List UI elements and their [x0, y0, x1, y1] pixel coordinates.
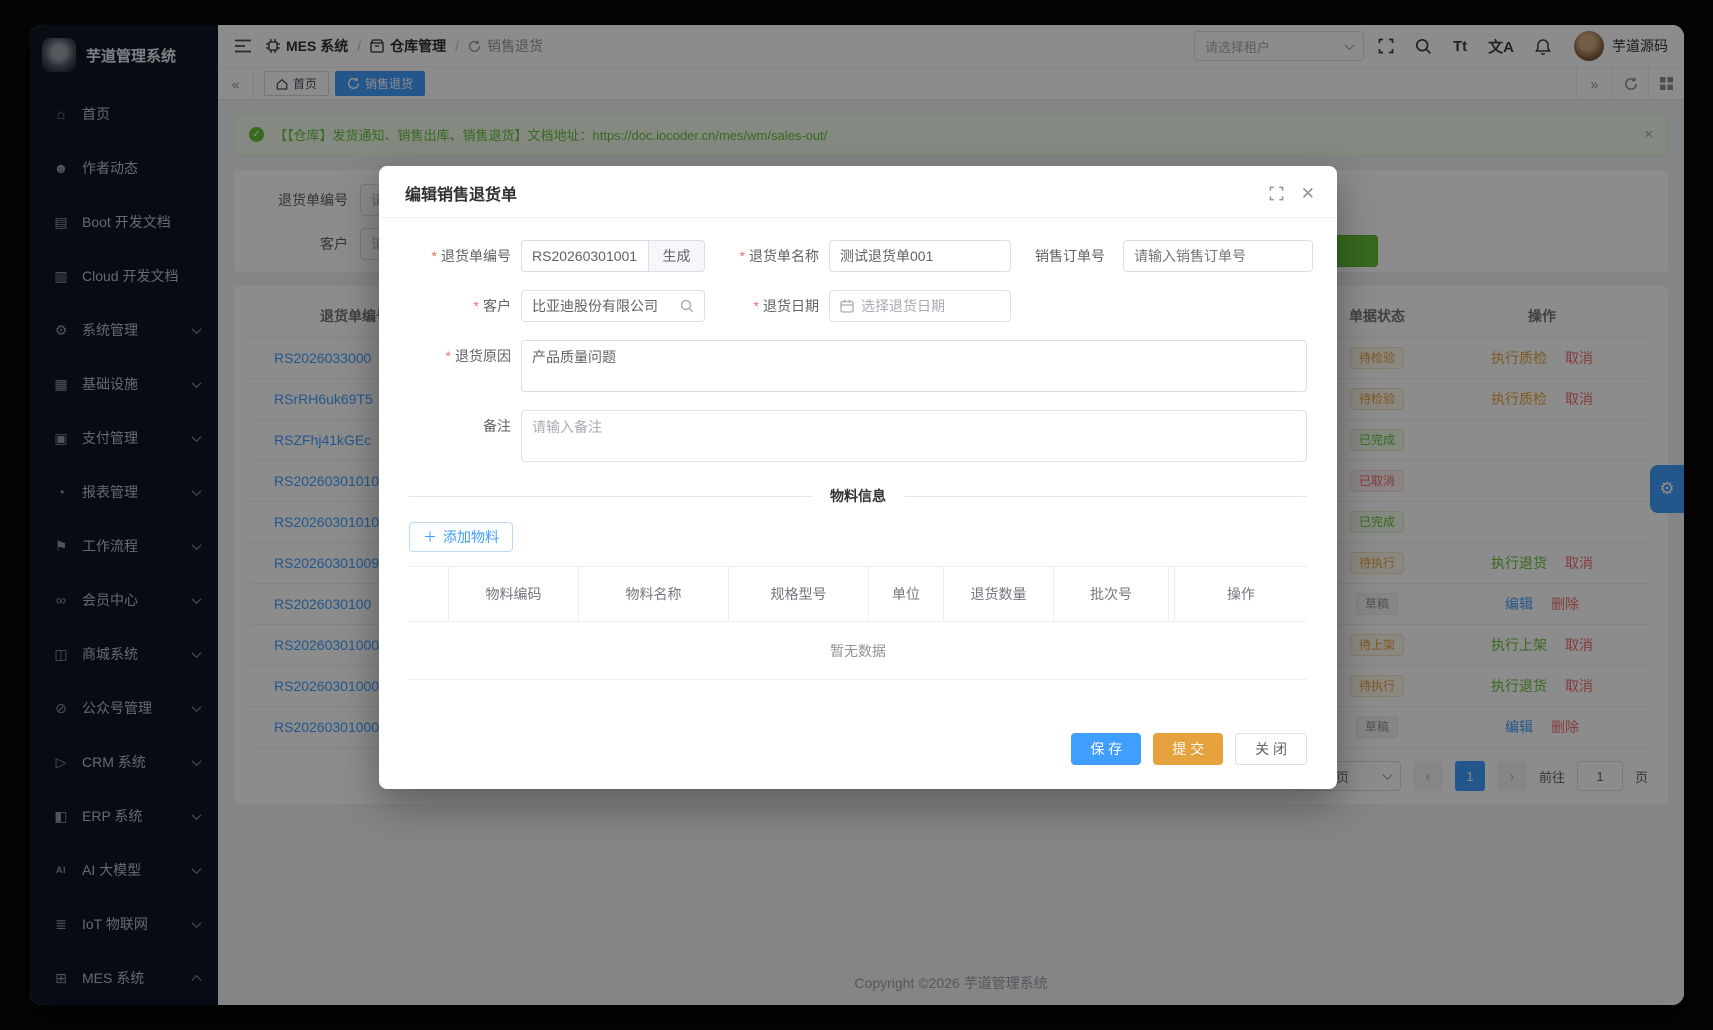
material-col-header: 单位	[869, 567, 944, 621]
material-col-header: 操作	[1227, 586, 1255, 602]
dialog-body: 退货单编号 生成 退货单名称 销售订单号 客户	[379, 218, 1337, 719]
field-name: 退货单名称	[705, 240, 1011, 272]
reason-label: 退货原因	[409, 340, 521, 392]
generate-button[interactable]: 生成	[649, 240, 705, 272]
remark-label: 备注	[483, 418, 511, 434]
customer-label: 客户	[409, 290, 521, 322]
field-order-no: 退货单编号 生成	[409, 240, 705, 272]
return-date-field[interactable]	[861, 298, 1000, 314]
form-row-1: 退货单编号 生成 退货单名称 销售订单号	[409, 240, 1313, 272]
customer-field[interactable]	[532, 298, 680, 314]
material-col-header: 规格型号	[729, 567, 869, 621]
add-material-label: 添加物料	[443, 529, 499, 545]
order-no-input-group: 生成	[521, 240, 705, 272]
material-col-header: 物料编码	[449, 567, 579, 621]
magnifier-icon	[680, 299, 694, 313]
add-material-button[interactable]: ＋ 添加物料	[409, 522, 513, 552]
dialog-footer: 保 存 提 交 关 闭	[379, 719, 1337, 789]
return-date-label: 退货日期	[705, 290, 829, 322]
plus-icon: ＋	[423, 529, 437, 545]
sales-order-label: 销售订单号	[1035, 248, 1105, 264]
material-table-header: 物料编码 物料名称 规格型号 单位 退货数量 批次号 操作	[409, 566, 1307, 622]
close-button[interactable]: 关 闭	[1235, 733, 1307, 765]
remark-textarea[interactable]	[521, 410, 1307, 462]
field-customer: 客户	[409, 290, 705, 322]
name-input[interactable]	[829, 240, 1011, 272]
material-table-empty: 暂无数据	[409, 622, 1307, 680]
material-col-header: 批次号	[1054, 567, 1169, 621]
material-section-divider: 物料信息	[409, 486, 1307, 506]
save-button[interactable]: 保 存	[1071, 733, 1142, 765]
form-row-3: 退货原因 产品质量问题	[409, 340, 1307, 392]
form-row-4: 备注	[409, 410, 1307, 462]
material-col-header: 物料名称	[579, 567, 729, 621]
dialog-fullscreen-icon[interactable]	[1269, 186, 1284, 201]
field-return-date: 退货日期	[705, 290, 1011, 322]
material-section-title: 物料信息	[830, 488, 886, 504]
return-date-input[interactable]	[829, 290, 1011, 322]
customer-input[interactable]	[521, 290, 705, 322]
dialog-tools: ✕	[1269, 185, 1315, 202]
dialog-header: 编辑销售退货单 ✕	[379, 166, 1337, 218]
sales-order-input[interactable]	[1123, 240, 1313, 272]
form-row-2: 客户 退货日期	[409, 290, 1307, 322]
order-no-label: 退货单编号	[409, 240, 521, 272]
material-col-selection	[409, 567, 449, 621]
reason-textarea[interactable]: 产品质量问题	[521, 340, 1307, 392]
material-col-header: 退货数量	[944, 567, 1054, 621]
calendar-icon	[840, 299, 854, 313]
field-sales-order: 销售订单号	[1011, 240, 1313, 272]
order-no-input[interactable]	[521, 240, 649, 272]
edit-sales-return-dialog: 编辑销售退货单 ✕ 退货单编号 生成 退货单名称 销售订单号	[379, 166, 1337, 789]
submit-button[interactable]: 提 交	[1153, 733, 1224, 765]
dialog-title: 编辑销售退货单	[405, 187, 518, 204]
name-label: 退货单名称	[705, 240, 829, 272]
dialog-close-icon[interactable]: ✕	[1301, 185, 1315, 202]
